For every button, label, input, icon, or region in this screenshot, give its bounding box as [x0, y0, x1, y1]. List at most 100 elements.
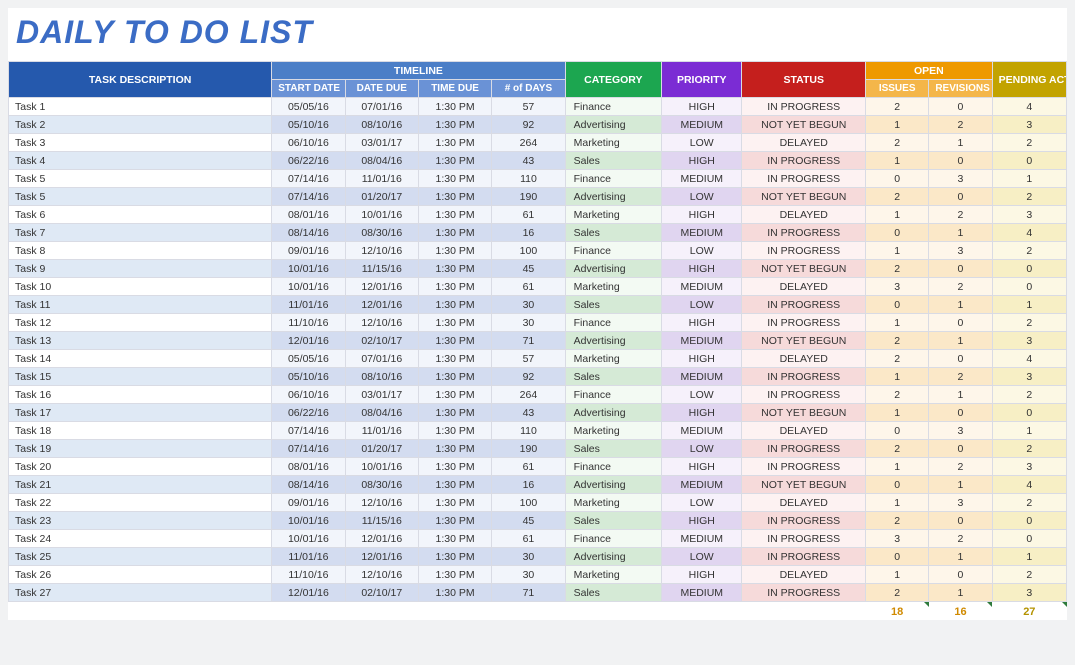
table-row[interactable]: Task 608/01/1610/01/161:30 PM61Marketing…: [9, 206, 1067, 224]
table-row[interactable]: Task 2712/01/1602/10/171:30 PM71SalesMED…: [9, 584, 1067, 602]
cell-status[interactable]: IN PROGRESS: [742, 152, 866, 170]
cell-num-days[interactable]: 92: [492, 368, 565, 386]
cell-status[interactable]: IN PROGRESS: [742, 548, 866, 566]
cell-pending[interactable]: 0: [992, 152, 1066, 170]
table-row[interactable]: Task 1907/14/1601/20/171:30 PM190SalesLO…: [9, 440, 1067, 458]
cell-date-due[interactable]: 01/20/17: [345, 440, 418, 458]
cell-task[interactable]: Task 8: [9, 242, 272, 260]
cell-category[interactable]: Sales: [565, 152, 661, 170]
cell-task[interactable]: Task 18: [9, 422, 272, 440]
table-row[interactable]: Task 809/01/1612/10/161:30 PM100FinanceL…: [9, 242, 1067, 260]
cell-date-due[interactable]: 02/10/17: [345, 332, 418, 350]
cell-start-date[interactable]: 09/01/16: [272, 494, 345, 512]
cell-start-date[interactable]: 08/14/16: [272, 476, 345, 494]
cell-date-due[interactable]: 12/10/16: [345, 494, 418, 512]
cell-num-days[interactable]: 92: [492, 116, 565, 134]
cell-time-due[interactable]: 1:30 PM: [418, 224, 491, 242]
cell-pending[interactable]: 2: [992, 242, 1066, 260]
cell-revisions[interactable]: 2: [929, 116, 992, 134]
cell-status[interactable]: NOT YET BEGUN: [742, 188, 866, 206]
cell-date-due[interactable]: 12/10/16: [345, 242, 418, 260]
cell-time-due[interactable]: 1:30 PM: [418, 98, 491, 116]
cell-task[interactable]: Task 13: [9, 332, 272, 350]
cell-priority[interactable]: LOW: [662, 242, 742, 260]
cell-category[interactable]: Advertising: [565, 116, 661, 134]
cell-category[interactable]: Sales: [565, 296, 661, 314]
cell-start-date[interactable]: 10/01/16: [272, 512, 345, 530]
cell-revisions[interactable]: 1: [929, 332, 992, 350]
cell-num-days[interactable]: 190: [492, 188, 565, 206]
table-row[interactable]: Task 1505/10/1608/10/161:30 PM92SalesMED…: [9, 368, 1067, 386]
cell-revisions[interactable]: 2: [929, 206, 992, 224]
cell-num-days[interactable]: 100: [492, 494, 565, 512]
cell-issues[interactable]: 2: [866, 134, 929, 152]
cell-status[interactable]: IN PROGRESS: [742, 386, 866, 404]
cell-status[interactable]: NOT YET BEGUN: [742, 260, 866, 278]
cell-priority[interactable]: MEDIUM: [662, 170, 742, 188]
cell-time-due[interactable]: 1:30 PM: [418, 404, 491, 422]
cell-time-due[interactable]: 1:30 PM: [418, 494, 491, 512]
cell-status[interactable]: IN PROGRESS: [742, 530, 866, 548]
cell-time-due[interactable]: 1:30 PM: [418, 458, 491, 476]
cell-priority[interactable]: MEDIUM: [662, 530, 742, 548]
cell-issues[interactable]: 2: [866, 332, 929, 350]
cell-pending[interactable]: 1: [992, 170, 1066, 188]
cell-task[interactable]: Task 21: [9, 476, 272, 494]
cell-start-date[interactable]: 05/05/16: [272, 98, 345, 116]
cell-pending[interactable]: 3: [992, 332, 1066, 350]
cell-priority[interactable]: LOW: [662, 188, 742, 206]
cell-time-due[interactable]: 1:30 PM: [418, 512, 491, 530]
cell-pending[interactable]: 4: [992, 224, 1066, 242]
cell-category[interactable]: Sales: [565, 224, 661, 242]
cell-revisions[interactable]: 3: [929, 422, 992, 440]
cell-task[interactable]: Task 25: [9, 548, 272, 566]
cell-time-due[interactable]: 1:30 PM: [418, 422, 491, 440]
cell-time-due[interactable]: 1:30 PM: [418, 566, 491, 584]
cell-issues[interactable]: 2: [866, 98, 929, 116]
cell-time-due[interactable]: 1:30 PM: [418, 440, 491, 458]
cell-issues[interactable]: 0: [866, 224, 929, 242]
cell-task[interactable]: Task 15: [9, 368, 272, 386]
cell-date-due[interactable]: 12/01/16: [345, 278, 418, 296]
cell-task[interactable]: Task 11: [9, 296, 272, 314]
cell-date-due[interactable]: 12/01/16: [345, 530, 418, 548]
cell-pending[interactable]: 2: [992, 494, 1066, 512]
cell-category[interactable]: Finance: [565, 530, 661, 548]
cell-task[interactable]: Task 22: [9, 494, 272, 512]
cell-start-date[interactable]: 06/10/16: [272, 134, 345, 152]
cell-start-date[interactable]: 07/14/16: [272, 170, 345, 188]
cell-status[interactable]: DELAYED: [742, 134, 866, 152]
cell-time-due[interactable]: 1:30 PM: [418, 476, 491, 494]
cell-time-due[interactable]: 1:30 PM: [418, 242, 491, 260]
cell-status[interactable]: DELAYED: [742, 278, 866, 296]
cell-category[interactable]: Sales: [565, 368, 661, 386]
cell-priority[interactable]: LOW: [662, 440, 742, 458]
cell-issues[interactable]: 2: [866, 440, 929, 458]
cell-time-due[interactable]: 1:30 PM: [418, 260, 491, 278]
cell-time-due[interactable]: 1:30 PM: [418, 188, 491, 206]
cell-num-days[interactable]: 190: [492, 440, 565, 458]
cell-date-due[interactable]: 12/10/16: [345, 314, 418, 332]
cell-status[interactable]: DELAYED: [742, 566, 866, 584]
cell-num-days[interactable]: 110: [492, 422, 565, 440]
cell-issues[interactable]: 2: [866, 512, 929, 530]
table-row[interactable]: Task 2511/01/1612/01/161:30 PM30Advertis…: [9, 548, 1067, 566]
cell-priority[interactable]: HIGH: [662, 314, 742, 332]
cell-category[interactable]: Marketing: [565, 350, 661, 368]
cell-time-due[interactable]: 1:30 PM: [418, 350, 491, 368]
cell-revisions[interactable]: 3: [929, 242, 992, 260]
cell-status[interactable]: IN PROGRESS: [742, 314, 866, 332]
cell-start-date[interactable]: 08/14/16: [272, 224, 345, 242]
cell-status[interactable]: IN PROGRESS: [742, 458, 866, 476]
cell-date-due[interactable]: 12/10/16: [345, 566, 418, 584]
cell-task[interactable]: Task 19: [9, 440, 272, 458]
cell-status[interactable]: NOT YET BEGUN: [742, 116, 866, 134]
cell-category[interactable]: Sales: [565, 584, 661, 602]
cell-category[interactable]: Finance: [565, 386, 661, 404]
cell-time-due[interactable]: 1:30 PM: [418, 134, 491, 152]
cell-revisions[interactable]: 2: [929, 278, 992, 296]
cell-priority[interactable]: HIGH: [662, 152, 742, 170]
table-row[interactable]: Task 507/14/1601/20/171:30 PM190Advertis…: [9, 188, 1067, 206]
cell-task[interactable]: Task 7: [9, 224, 272, 242]
cell-time-due[interactable]: 1:30 PM: [418, 296, 491, 314]
